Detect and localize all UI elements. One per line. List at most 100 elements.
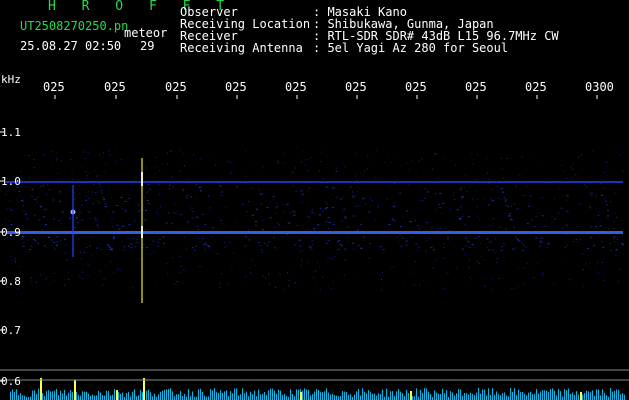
noise-dot bbox=[58, 179, 60, 181]
noise-dot bbox=[394, 183, 396, 185]
noise-dot bbox=[237, 185, 239, 187]
noise-dot bbox=[315, 270, 316, 272]
baseline-bar bbox=[142, 392, 143, 400]
band-speckle bbox=[541, 215, 544, 217]
meteor-spike bbox=[116, 390, 118, 400]
band-speckle bbox=[245, 236, 248, 238]
noise-dot bbox=[614, 241, 615, 243]
noise-dot bbox=[438, 228, 440, 230]
noise-dot bbox=[199, 266, 201, 267]
band-speckle bbox=[545, 246, 548, 248]
baseline-bar bbox=[612, 391, 613, 400]
band-speckle bbox=[170, 222, 173, 224]
baseline-bar bbox=[108, 391, 109, 400]
x-tick-label: 025 bbox=[345, 80, 367, 94]
noise-dot bbox=[28, 250, 30, 252]
noise-dot bbox=[453, 194, 454, 196]
noise-dot bbox=[188, 205, 190, 207]
baseline-bar bbox=[198, 389, 199, 400]
baseline-bar bbox=[160, 391, 161, 400]
noise-dot bbox=[166, 263, 168, 265]
baseline-bar bbox=[284, 393, 285, 400]
baseline-bar bbox=[616, 389, 617, 400]
noise-dot bbox=[194, 198, 196, 200]
noise-dot bbox=[142, 277, 144, 279]
band-speckle bbox=[560, 207, 563, 209]
band-speckle bbox=[489, 225, 492, 227]
baseline-bar bbox=[404, 396, 405, 400]
baseline-bar bbox=[378, 393, 379, 400]
baseline-bar bbox=[50, 391, 51, 400]
noise-dot bbox=[187, 178, 189, 180]
band-speckle bbox=[392, 205, 395, 207]
noise-dot bbox=[296, 225, 298, 226]
noise-dot bbox=[466, 239, 468, 241]
band-speckle bbox=[20, 239, 23, 240]
noise-dot bbox=[306, 159, 308, 160]
noise-dot bbox=[476, 261, 478, 263]
band-speckle bbox=[435, 193, 437, 195]
band-speckle bbox=[205, 243, 208, 245]
noise-dot bbox=[603, 275, 605, 277]
noise-dot bbox=[447, 272, 449, 274]
noise-dot bbox=[413, 252, 415, 254]
noise-dot bbox=[268, 273, 269, 275]
baseline-bar bbox=[226, 390, 227, 400]
noise-dot bbox=[83, 151, 85, 153]
noise-dot bbox=[615, 151, 617, 153]
baseline-bar bbox=[596, 389, 597, 400]
baseline-bar bbox=[358, 389, 359, 400]
band-speckle bbox=[162, 237, 165, 239]
baseline-bar bbox=[286, 396, 287, 400]
noise-dot bbox=[424, 188, 426, 190]
baseline-bar bbox=[480, 393, 481, 400]
noise-dot bbox=[319, 170, 320, 172]
noise-dot bbox=[604, 253, 606, 255]
baseline-bar bbox=[222, 392, 223, 400]
band-speckle bbox=[48, 189, 51, 191]
noise-dot bbox=[148, 253, 150, 255]
noise-dot bbox=[85, 171, 87, 173]
noise-dot bbox=[52, 165, 54, 167]
noise-dot bbox=[594, 265, 596, 267]
band-speckle bbox=[254, 224, 257, 226]
noise-dot bbox=[28, 155, 30, 156]
noise-dot bbox=[484, 286, 486, 288]
noise-dot bbox=[316, 284, 318, 285]
noise-dot bbox=[231, 266, 233, 268]
noise-dot bbox=[236, 221, 238, 223]
noise-dot bbox=[575, 174, 577, 176]
noise-dot bbox=[9, 200, 11, 202]
noise-dot bbox=[394, 201, 396, 203]
noise-dot bbox=[292, 171, 294, 173]
baseline-bar bbox=[110, 395, 111, 400]
baseline-bar bbox=[78, 395, 79, 400]
noise-dot bbox=[204, 248, 206, 250]
band-speckle bbox=[331, 207, 334, 209]
noise-dot bbox=[159, 170, 161, 172]
baseline-bar bbox=[82, 391, 83, 400]
band-speckle bbox=[48, 237, 51, 238]
baseline-bar bbox=[418, 396, 419, 400]
band-speckle bbox=[56, 241, 59, 243]
noise-dot bbox=[492, 225, 494, 227]
band-speckle bbox=[84, 199, 87, 201]
noise-dot bbox=[17, 288, 19, 289]
band-speckle bbox=[134, 246, 137, 248]
baseline-bar bbox=[216, 392, 217, 400]
baseline-bar bbox=[500, 395, 501, 400]
noise-dot bbox=[444, 288, 446, 290]
spectrogram-plot: kHz1.11.00.90.80.70.6 025 025 025 025 025 025… bbox=[0, 73, 629, 400]
band-speckle bbox=[601, 241, 604, 242]
baseline-bar bbox=[152, 396, 153, 400]
noise-dot bbox=[60, 199, 62, 201]
noise-dot bbox=[468, 259, 470, 261]
noise-dot bbox=[615, 254, 617, 256]
noise-dot bbox=[600, 182, 602, 184]
noise-dot bbox=[464, 254, 465, 255]
band-speckle bbox=[337, 249, 340, 250]
band-speckle bbox=[468, 246, 471, 248]
band-speckle bbox=[360, 248, 363, 249]
x-tick-label: 025 bbox=[285, 80, 307, 94]
band-speckle bbox=[459, 206, 462, 208]
